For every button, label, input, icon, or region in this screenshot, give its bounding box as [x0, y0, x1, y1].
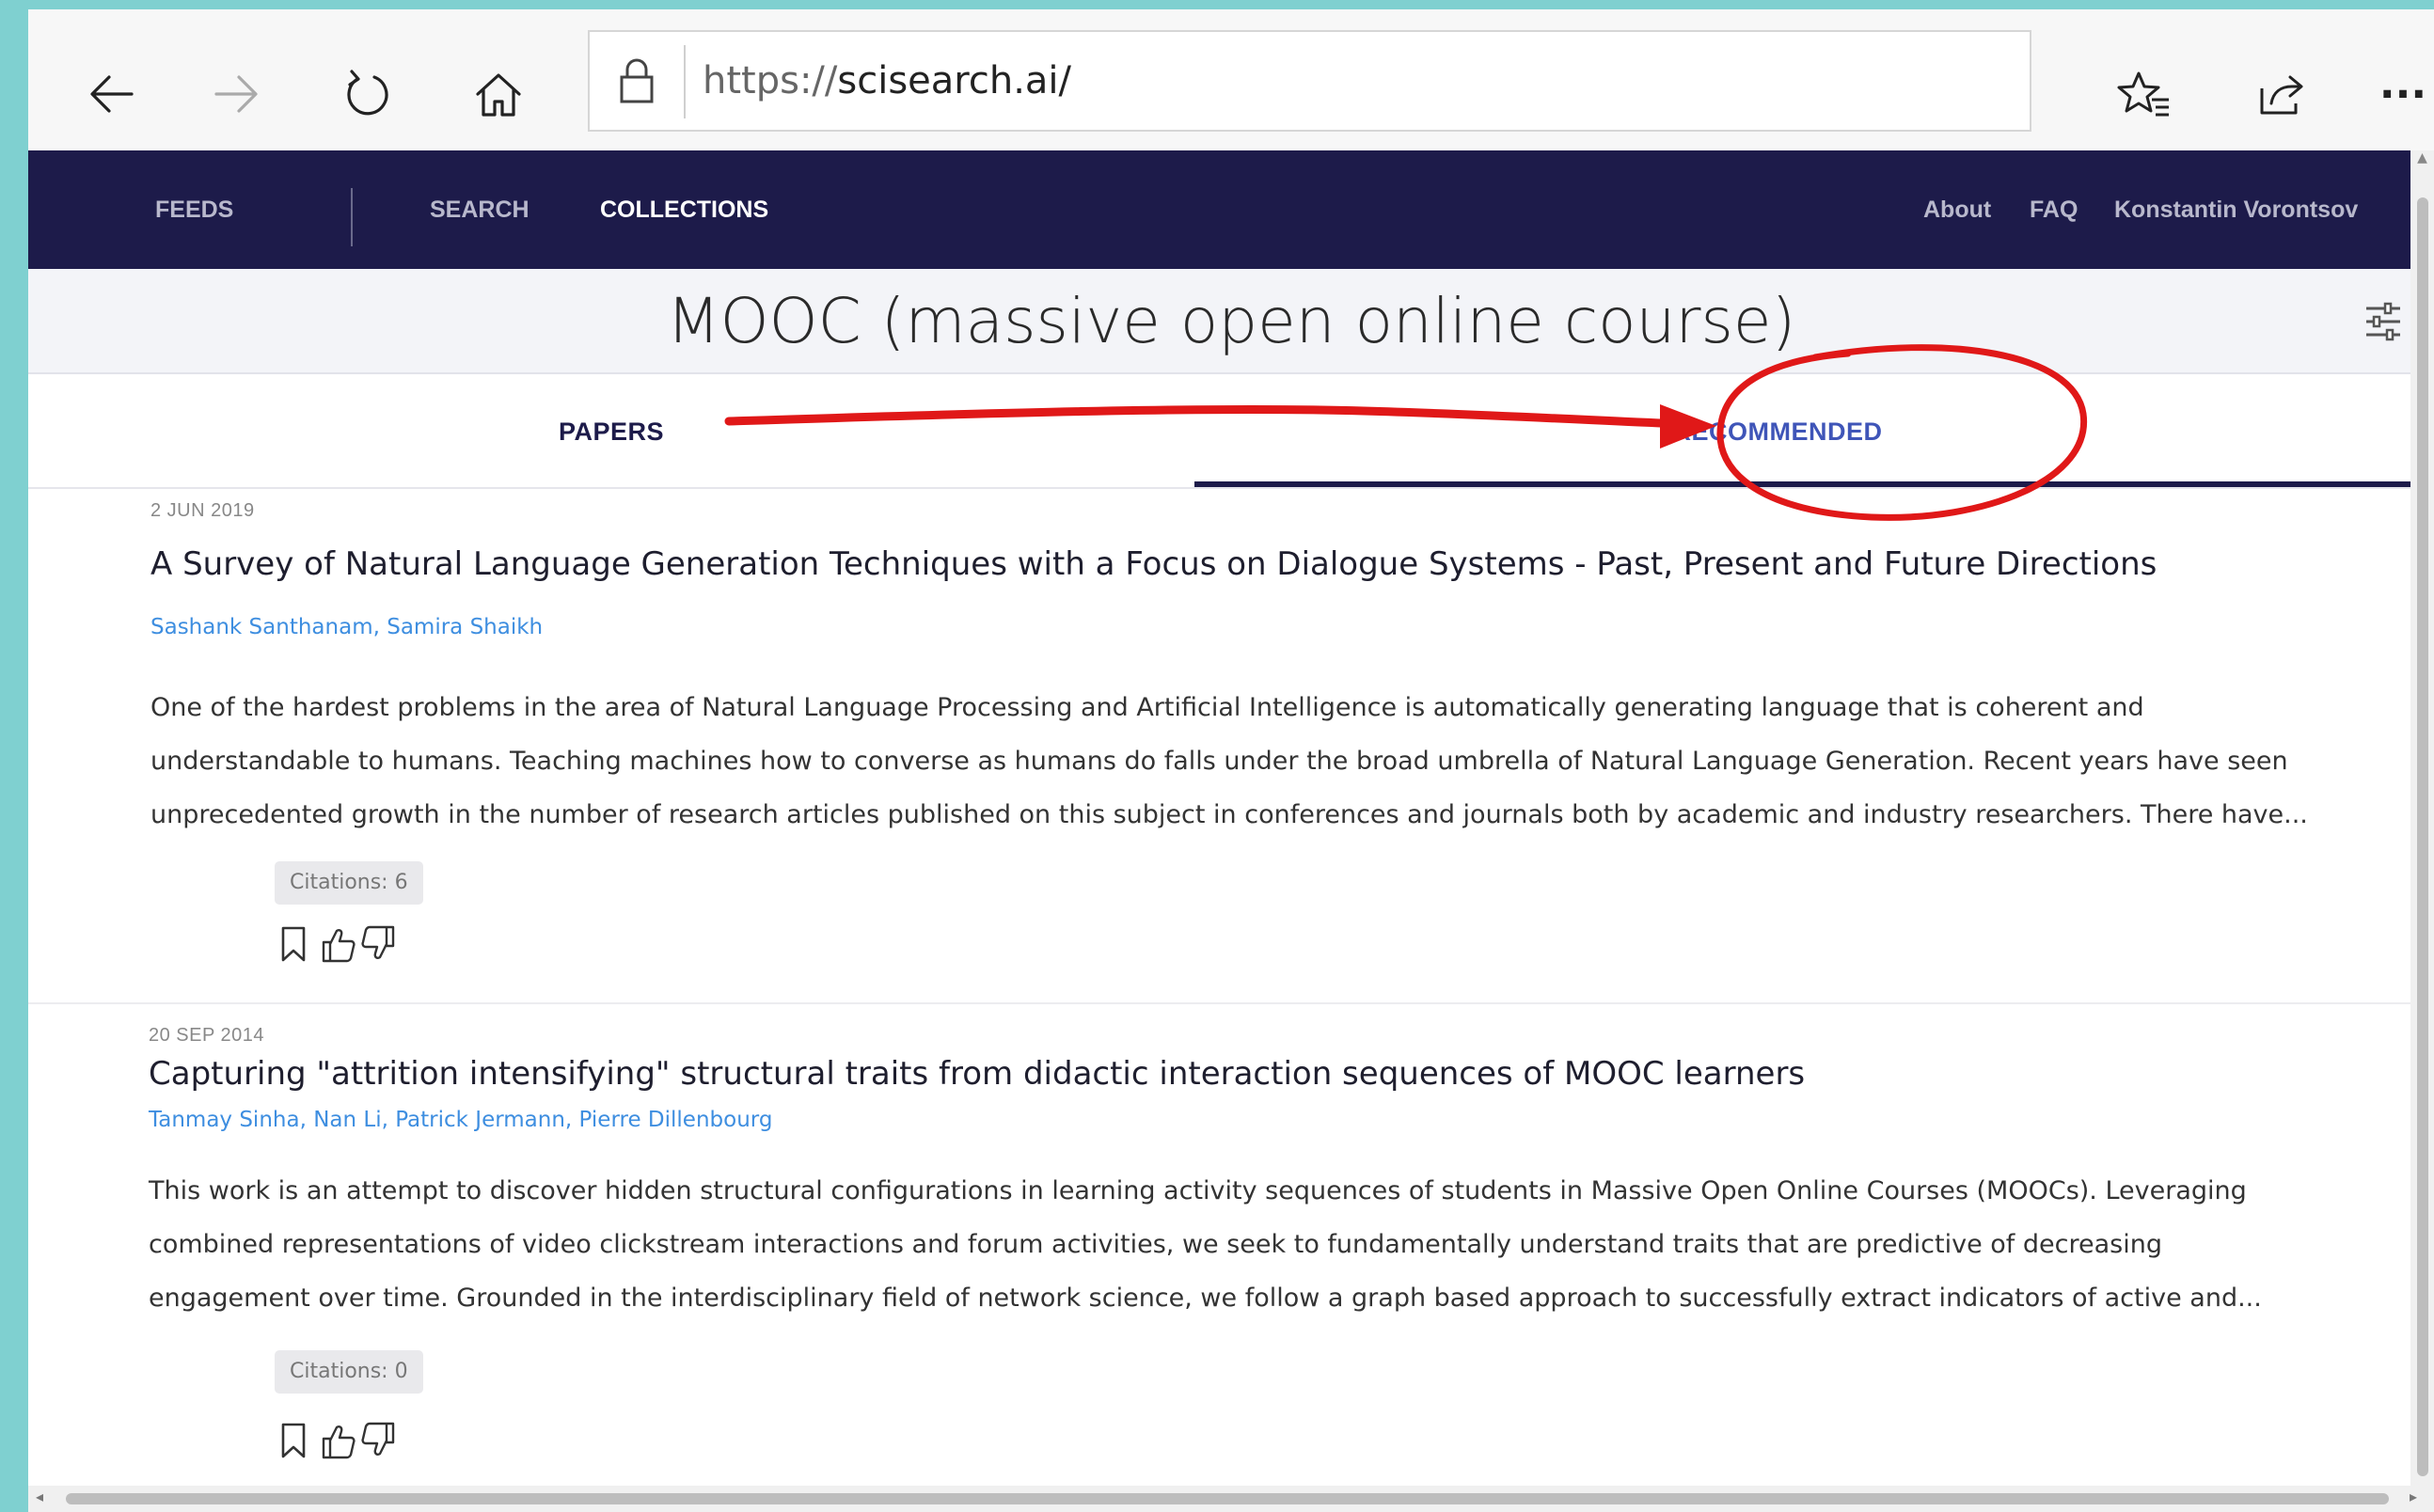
- thumbs-up-icon[interactable]: [320, 923, 357, 965]
- filter-settings-icon[interactable]: [2361, 299, 2406, 344]
- bookmark-icon[interactable]: [275, 1420, 312, 1461]
- url-text[interactable]: https://scisearch.ai/: [703, 32, 1071, 130]
- refresh-icon[interactable]: [320, 47, 414, 141]
- forward-icon[interactable]: [188, 47, 282, 141]
- tabs-divider: [28, 487, 2434, 489]
- paper-authors[interactable]: Tanmay Sinha, Nan Li, Patrick Jermann, P…: [149, 1108, 772, 1132]
- citations-badge: Citations: 6: [275, 861, 423, 905]
- collection-title: MOOC (massive open online course): [666, 285, 1796, 357]
- nav-divider: [351, 188, 353, 246]
- horizontal-scroll-thumb[interactable]: [66, 1493, 2389, 1504]
- citations-badge: Citations: 0: [275, 1350, 423, 1394]
- lock-icon: [620, 58, 654, 103]
- tab-papers[interactable]: PAPERS: [28, 374, 1194, 489]
- paper-title[interactable]: A Survey of Natural Language Generation …: [150, 545, 2157, 583]
- nav-about[interactable]: About: [1923, 150, 1991, 269]
- thumbs-down-icon[interactable]: [359, 923, 397, 965]
- url-host: scisearch.ai/: [837, 59, 1072, 102]
- paper-actions: [275, 923, 406, 965]
- scroll-left-arrow-icon[interactable]: ◂: [36, 1488, 43, 1505]
- abstract-line: engagement over time. Grounded in the in…: [149, 1284, 2262, 1313]
- paper-abstract[interactable]: This work is an attempt to discover hidd…: [149, 1164, 2340, 1325]
- paper-item: 20 SEP 2014 Capturing "attrition intensi…: [28, 1006, 2434, 1495]
- share-icon[interactable]: [2234, 47, 2328, 141]
- scroll-right-arrow-icon[interactable]: ▸: [2410, 1488, 2417, 1505]
- paper-date: 2 JUN 2019: [150, 500, 255, 521]
- address-bar[interactable]: https://scisearch.ai/: [588, 30, 2031, 132]
- site-navbar: FEEDS SEARCH COLLECTIONS About FAQ Konst…: [28, 150, 2434, 269]
- more-icon[interactable]: ···: [2356, 47, 2434, 141]
- back-icon[interactable]: [66, 47, 160, 141]
- abstract-line: unprecedented growth in the number of re…: [150, 800, 2308, 829]
- paper-date: 20 SEP 2014: [149, 1025, 265, 1046]
- thumbs-down-icon[interactable]: [359, 1420, 397, 1461]
- home-icon[interactable]: [451, 47, 545, 141]
- url-prefix: https://: [703, 59, 838, 102]
- collection-header: MOOC (massive open online course): [28, 269, 2434, 374]
- nav-collections[interactable]: COLLECTIONS: [600, 150, 768, 269]
- browser-toolbar: https://scisearch.ai/ ···: [28, 9, 2434, 150]
- nav-feeds[interactable]: FEEDS: [155, 150, 233, 269]
- paper-authors[interactable]: Sashank Santhanam, Samira Shaikh: [150, 615, 543, 639]
- thumbs-up-icon[interactable]: [320, 1420, 357, 1461]
- collection-tabs: PAPERS RECOMMENDED: [28, 374, 2434, 489]
- tab-recommended[interactable]: RECOMMENDED: [1194, 374, 2361, 489]
- paper-abstract[interactable]: One of the hardest problems in the area …: [150, 681, 2342, 842]
- abstract-line: understandable to humans. Teaching machi…: [150, 747, 2288, 776]
- paper-actions: [275, 1420, 406, 1461]
- bookmark-icon[interactable]: [275, 923, 312, 965]
- nav-search[interactable]: SEARCH: [430, 150, 529, 269]
- nav-user[interactable]: Konstantin Vorontsov: [2114, 150, 2358, 269]
- address-divider: [684, 45, 686, 118]
- abstract-line: combined representations of video clicks…: [149, 1230, 2162, 1259]
- browser-window: https://scisearch.ai/ ··· FEEDS SEARCH C…: [28, 9, 2434, 1512]
- paper-item: 2 JUN 2019 A Survey of Natural Language …: [28, 491, 2434, 1004]
- abstract-line: This work is an attempt to discover hidd…: [149, 1176, 2247, 1205]
- scroll-up-arrow-icon[interactable]: ▲: [2410, 150, 2434, 177]
- favorites-icon[interactable]: [2097, 47, 2191, 141]
- abstract-line: One of the hardest problems in the area …: [150, 693, 2144, 722]
- nav-faq[interactable]: FAQ: [2030, 150, 2078, 269]
- vertical-scroll-thumb[interactable]: [2417, 197, 2428, 1476]
- paper-title[interactable]: Capturing "attrition intensifying" struc…: [149, 1055, 1805, 1093]
